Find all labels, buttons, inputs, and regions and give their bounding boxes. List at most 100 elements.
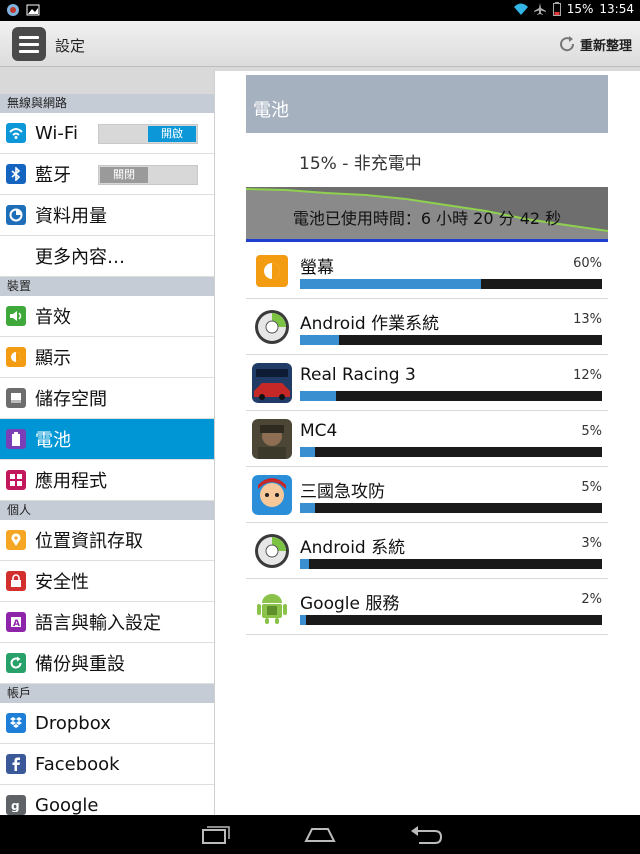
battery-status-icon (552, 2, 561, 16)
screen-brightness-icon (252, 251, 292, 291)
sidebar-item-google[interactable]: g Google (0, 785, 214, 815)
sidebar-item-battery[interactable]: 電池 (0, 419, 214, 460)
usage-name: 螢幕 (300, 258, 334, 278)
navigation-bar (0, 815, 640, 854)
back-button[interactable] (405, 821, 445, 849)
sidebar-item-sound[interactable]: 音效 (0, 296, 214, 337)
usage-row-google-services[interactable]: Google 服務 2% (246, 579, 608, 635)
battery-panel: 電池 15% - 非充電中 電池已使用時間：6 小時 20 分 42 秒 螢幕 … (214, 71, 640, 815)
history-baseline (246, 239, 608, 242)
bluetooth-toggle-label: 關閉 (100, 167, 148, 183)
sidebar-item-label: 更多內容… (35, 247, 125, 268)
sidebar-item-data-usage[interactable]: 資料用量 (0, 195, 214, 236)
sidebar-item-bluetooth[interactable]: 藍牙 關閉 (0, 154, 214, 195)
facebook-icon (6, 754, 26, 774)
sidebar-item-label: 儲存空間 (35, 389, 107, 410)
status-bar: 15% 13:54 (0, 0, 640, 21)
usage-row-three-kingdoms[interactable]: 三國急攻防 5% (246, 467, 608, 523)
usage-percent: 13% (573, 312, 602, 327)
wifi-icon (6, 123, 26, 143)
real-racing-3-icon (252, 363, 292, 403)
sidebar-item-facebook[interactable]: Facebook (0, 744, 214, 785)
recent-apps-icon (202, 826, 230, 844)
usage-bar (300, 447, 602, 457)
action-bar: 設定 重新整理 (0, 21, 640, 67)
sidebar-item-backup[interactable]: 備份與重設 (0, 643, 214, 684)
panel-header: 電池 (246, 75, 608, 133)
usage-percent: 5% (581, 480, 602, 495)
sidebar-item-label: 安全性 (35, 572, 89, 593)
sidebar-item-language[interactable]: A 語言與輸入設定 (0, 602, 214, 643)
sidebar-item-label: Wi-Fi (35, 122, 78, 144)
sidebar-item-label: 應用程式 (35, 471, 107, 492)
back-icon (411, 826, 443, 844)
google-icon: g (6, 795, 26, 815)
battery-icon (6, 429, 26, 449)
usage-percent: 2% (581, 592, 602, 607)
battery-percent: 15% (566, 2, 594, 16)
section-header-personal: 個人 (0, 501, 214, 520)
usage-name: Android 作業系統 (300, 314, 440, 334)
home-icon (304, 828, 336, 842)
refresh-button[interactable]: 重新整理 (558, 32, 632, 56)
airplane-icon (533, 2, 547, 16)
battery-status: 15% - 非充電中 (299, 154, 422, 174)
usage-bar-fill (300, 447, 316, 457)
app-title: 設定 (55, 37, 86, 55)
settings-sidebar: 無線與網路 Wi-Fi 開啟 藍牙 關閉 資料用量 更多內容… 裝置 音效 顯示… (0, 94, 214, 815)
svg-text:A: A (13, 619, 20, 629)
sidebar-item-apps[interactable]: 應用程式 (0, 460, 214, 501)
sidebar-item-dropbox[interactable]: Dropbox (0, 703, 214, 744)
sidebar-item-label: 藍牙 (35, 165, 71, 186)
usage-percent: 60% (573, 256, 602, 271)
usage-name: 三國急攻防 (300, 482, 385, 502)
sidebar-item-label: 音效 (35, 307, 71, 328)
sound-icon (6, 306, 26, 326)
settings-app-icon[interactable] (12, 27, 46, 61)
sidebar-item-security[interactable]: 安全性 (0, 561, 214, 602)
sidebar-item-label: Google (35, 794, 99, 816)
sidebar-item-storage[interactable]: 儲存空間 (0, 378, 214, 419)
bluetooth-icon (6, 164, 26, 184)
usage-row-real-racing-3[interactable]: Real Racing 3 12% (246, 355, 608, 411)
sidebar-item-label: 顯示 (35, 348, 71, 369)
usage-name: Real Racing 3 (300, 365, 416, 385)
usage-bar-fill (300, 391, 337, 401)
usage-bar (300, 503, 602, 513)
sidebar-item-more[interactable]: 更多內容… (0, 236, 214, 277)
language-icon: A (6, 612, 26, 632)
usage-row-screen[interactable]: 螢幕 60% (246, 243, 608, 299)
wifi-toggle[interactable]: 開啟 (98, 124, 198, 144)
usage-percent: 12% (573, 368, 602, 383)
refresh-icon (560, 36, 574, 52)
sidebar-item-label: 電池 (35, 430, 71, 451)
home-button[interactable] (300, 821, 340, 849)
sidebar-item-location[interactable]: 位置資訊存取 (0, 520, 214, 561)
android-os-icon (252, 307, 292, 347)
usage-bar (300, 615, 602, 625)
usage-bar-fill (300, 559, 310, 569)
bluetooth-toggle[interactable]: 關閉 (98, 165, 198, 185)
android-system-icon (252, 531, 292, 571)
battery-history-graph[interactable]: 電池已使用時間：6 小時 20 分 42 秒 (246, 187, 608, 239)
sidebar-item-label: 語言與輸入設定 (35, 613, 161, 634)
mc4-icon (252, 419, 292, 459)
usage-row-mc4[interactable]: MC4 5% (246, 411, 608, 467)
usage-row-android-system[interactable]: Android 系統 3% (246, 523, 608, 579)
recent-apps-button[interactable] (195, 821, 235, 849)
usage-bar-fill (300, 335, 340, 345)
sidebar-item-display[interactable]: 顯示 (0, 337, 214, 378)
lock-icon (6, 571, 26, 591)
battery-usage-time: 電池已使用時間：6 小時 20 分 42 秒 (292, 209, 562, 228)
apps-icon (6, 470, 26, 490)
usage-bar-fill (300, 279, 482, 289)
usage-name: Android 系統 (300, 538, 406, 558)
usage-bar-fill (300, 503, 316, 513)
sidebar-item-wifi[interactable]: Wi-Fi 開啟 (0, 113, 214, 154)
image-notification-icon (26, 3, 40, 17)
section-header-wireless: 無線與網路 (0, 94, 214, 113)
section-header-accounts: 帳戶 (0, 684, 214, 703)
usage-name: Google 服務 (300, 594, 400, 614)
storage-icon (6, 388, 26, 408)
usage-row-android-os[interactable]: Android 作業系統 13% (246, 299, 608, 355)
